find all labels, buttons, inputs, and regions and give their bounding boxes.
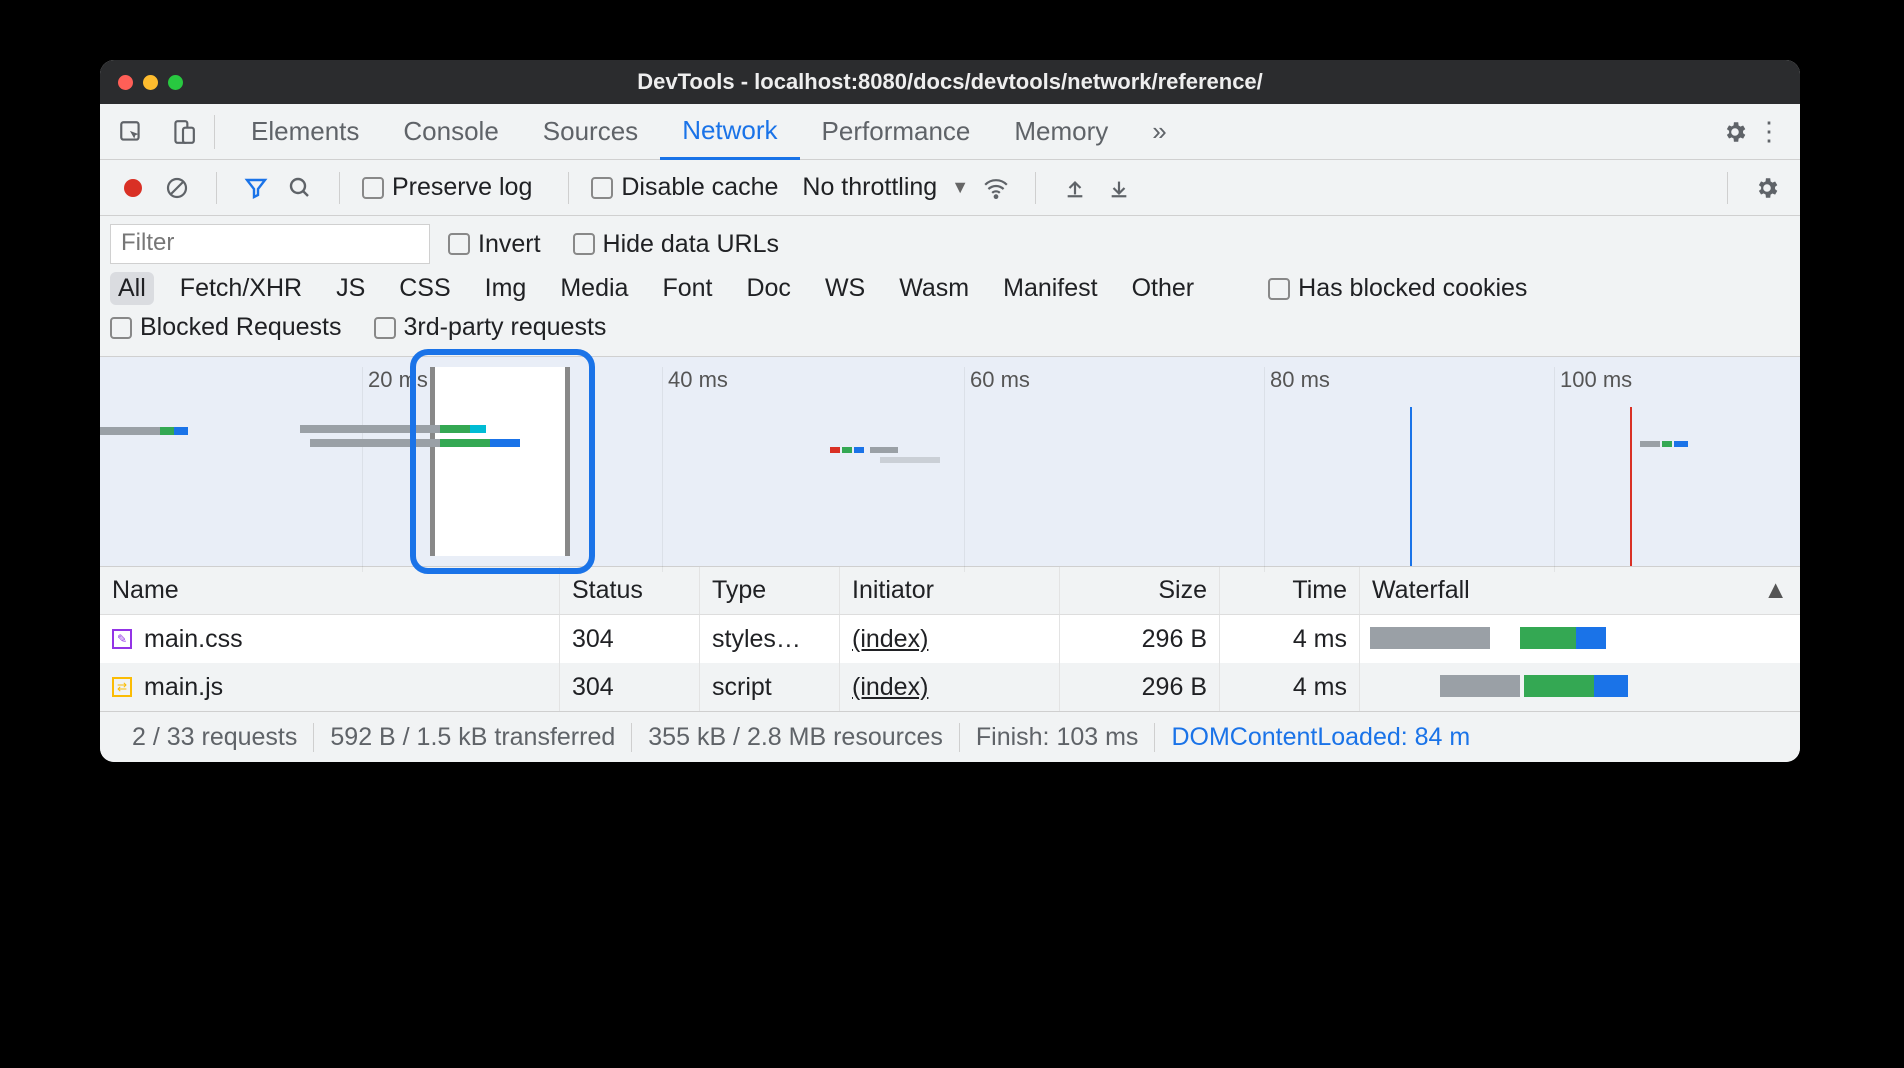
request-name: main.js (144, 673, 223, 702)
network-conditions-icon[interactable] (979, 171, 1013, 205)
load-marker (1630, 407, 1632, 566)
hide-data-urls-checkbox[interactable]: Hide data URLs (573, 230, 779, 259)
tab-performance[interactable]: Performance (800, 104, 993, 160)
status-domcontentloaded[interactable]: DOMContentLoaded: 84 m (1155, 723, 1486, 752)
col-initiator[interactable]: Initiator (840, 567, 1060, 614)
col-size[interactable]: Size (1060, 567, 1220, 614)
panel-tabs: ElementsConsoleSourcesNetworkPerformance… (100, 104, 1800, 160)
filter-type-all[interactable]: All (110, 272, 154, 305)
table-header: Name Status Type Initiator Size Time Wat… (100, 567, 1800, 615)
preserve-log-checkbox[interactable]: Preserve log (362, 173, 532, 202)
request-size: 296 B (1060, 615, 1220, 663)
table-row[interactable]: ✎ main.css 304styles… (index) 296 B4 ms (100, 615, 1800, 663)
record-button[interactable] (116, 171, 150, 205)
overview-timeline[interactable]: 20 ms 40 ms 60 ms 80 ms 100 ms (100, 357, 1800, 567)
request-initiator[interactable]: (index) (852, 625, 928, 654)
request-type: script (700, 663, 840, 711)
devtools-window: DevTools - localhost:8080/docs/devtools/… (100, 60, 1800, 762)
filter-type-doc[interactable]: Doc (738, 272, 798, 305)
tab-console[interactable]: Console (381, 104, 520, 160)
filter-type-wasm[interactable]: Wasm (891, 272, 977, 305)
tab-memory[interactable]: Memory (992, 104, 1130, 160)
request-waterfall (1360, 663, 1800, 711)
filter-type-ws[interactable]: WS (817, 272, 873, 305)
col-name[interactable]: Name (100, 567, 560, 614)
inspect-element-icon[interactable] (114, 115, 148, 149)
filter-input[interactable]: Filter (110, 224, 430, 264)
search-icon[interactable] (283, 171, 317, 205)
disable-cache-checkbox[interactable]: Disable cache (591, 173, 778, 202)
third-party-checkbox[interactable]: 3rd-party requests (374, 313, 607, 342)
invert-checkbox[interactable]: Invert (448, 230, 541, 259)
request-initiator[interactable]: (index) (852, 673, 928, 702)
request-status: 304 (560, 615, 700, 663)
tick-20ms: 20 ms (368, 367, 428, 393)
sort-indicator-icon: ▲ (1763, 576, 1788, 605)
filter-type-font[interactable]: Font (654, 272, 720, 305)
minimize-window-button[interactable] (143, 75, 158, 90)
filter-type-css[interactable]: CSS (391, 272, 458, 305)
kebab-menu-icon[interactable]: ⋮ (1752, 115, 1786, 149)
request-waterfall (1360, 615, 1800, 663)
upload-har-icon[interactable] (1058, 171, 1092, 205)
col-type[interactable]: Type (700, 567, 840, 614)
filter-type-img[interactable]: Img (477, 272, 535, 305)
filter-type-media[interactable]: Media (552, 272, 636, 305)
request-status: 304 (560, 663, 700, 711)
request-type: styles… (700, 615, 840, 663)
js-file-icon: ⇄ (112, 677, 132, 697)
status-transferred: 592 B / 1.5 kB transferred (314, 723, 632, 752)
request-time: 4 ms (1220, 615, 1360, 663)
has-blocked-cookies-checkbox[interactable]: Has blocked cookies (1268, 274, 1527, 303)
titlebar: DevTools - localhost:8080/docs/devtools/… (100, 60, 1800, 104)
traffic-lights (100, 75, 220, 90)
tab-network[interactable]: Network (660, 104, 799, 160)
device-toolbar-icon[interactable] (166, 115, 200, 149)
request-table: Name Status Type Initiator Size Time Wat… (100, 567, 1800, 712)
col-status[interactable]: Status (560, 567, 700, 614)
settings-icon[interactable] (1718, 115, 1752, 149)
tick-100ms: 100 ms (1560, 367, 1632, 393)
table-row[interactable]: ⇄ main.js 304script (index) 296 B4 ms (100, 663, 1800, 711)
more-panels-button[interactable]: » (1130, 104, 1188, 160)
request-time: 4 ms (1220, 663, 1360, 711)
download-har-icon[interactable] (1102, 171, 1136, 205)
domcontentloaded-marker (1410, 407, 1412, 566)
filter-bar: Filter Invert Hide data URLs All Fetch/XH… (100, 216, 1800, 357)
tick-40ms: 40 ms (668, 367, 728, 393)
status-resources: 355 kB / 2.8 MB resources (632, 723, 960, 752)
tab-sources[interactable]: Sources (521, 104, 660, 160)
filter-icon[interactable] (239, 171, 273, 205)
request-name: main.css (144, 625, 243, 654)
request-size: 296 B (1060, 663, 1220, 711)
throttling-select[interactable]: No throttling▼ (802, 173, 969, 202)
css-file-icon: ✎ (112, 629, 132, 649)
status-requests: 2 / 33 requests (116, 723, 314, 752)
time-selection-handle[interactable] (430, 367, 570, 556)
blocked-requests-checkbox[interactable]: Blocked Requests (110, 313, 342, 342)
network-toolbar: Preserve log Disable cache No throttling… (100, 160, 1800, 216)
tick-60ms: 60 ms (970, 367, 1030, 393)
window-title: DevTools - localhost:8080/docs/devtools/… (220, 69, 1680, 95)
maximize-window-button[interactable] (168, 75, 183, 90)
network-settings-icon[interactable] (1750, 171, 1784, 205)
filter-type-js[interactable]: JS (328, 272, 373, 305)
status-finish: Finish: 103 ms (960, 723, 1156, 752)
status-bar: 2 / 33 requests 592 B / 1.5 kB transferr… (100, 712, 1800, 762)
clear-button[interactable] (160, 171, 194, 205)
close-window-button[interactable] (118, 75, 133, 90)
col-time[interactable]: Time (1220, 567, 1360, 614)
filter-type-fetch-xhr[interactable]: Fetch/XHR (172, 272, 310, 305)
tick-80ms: 80 ms (1270, 367, 1330, 393)
filter-type-other[interactable]: Other (1124, 272, 1203, 305)
filter-type-manifest[interactable]: Manifest (995, 272, 1105, 305)
tab-elements[interactable]: Elements (229, 104, 381, 160)
col-waterfall[interactable]: Waterfall▲ (1360, 567, 1800, 614)
